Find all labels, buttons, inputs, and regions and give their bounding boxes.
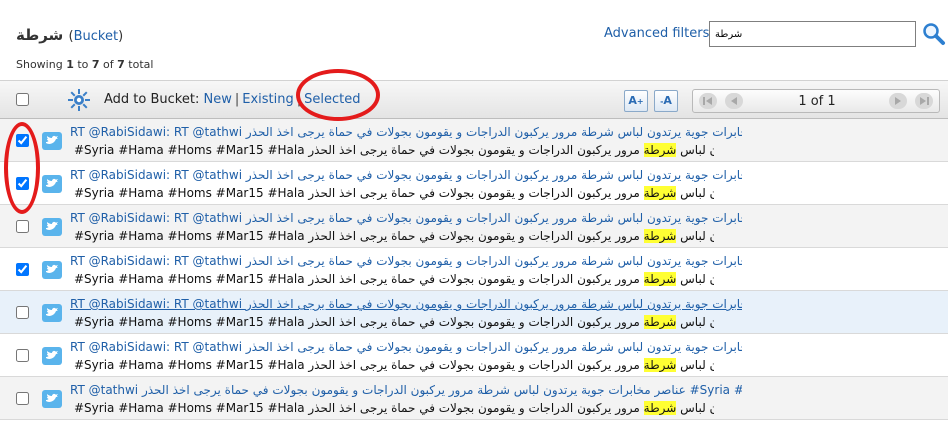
tweet-text-link[interactable]: RT @RabiSidawi: RT @tathwi عناصر مخابرات…	[70, 254, 742, 268]
tweet-snippet: #Syria #Hama #Homs #Mar15 #Hala ات جوية …	[74, 315, 714, 329]
tweet-checkbox[interactable]	[16, 134, 29, 147]
tweet-text-link[interactable]: RT @tathwi عناصر مخابرات جوية يرتدون لبا…	[70, 383, 742, 397]
prev-page-icon	[731, 97, 737, 105]
next-page-icon	[895, 97, 901, 105]
tweet-row[interactable]: RT @RabiSidawi: RT @tathwi عناصر مخابرات…	[0, 248, 948, 291]
tweet-snippet: #Syria #Hama #Homs #Mar15 #Hala ات جوية …	[74, 358, 714, 372]
search-input[interactable]	[709, 21, 916, 47]
keyword-highlight: شرطة	[643, 315, 677, 329]
first-page-button[interactable]	[699, 93, 717, 109]
twitter-icon	[42, 304, 62, 322]
bucket-link[interactable]: Bucket	[74, 29, 118, 44]
tweet-snippet: #Syria #Hama #Homs #Mar15 #Hala ات جوية …	[74, 229, 714, 243]
tweet-text-link[interactable]: RT @RabiSidawi: RT @tathwi عناصر مخابرات…	[70, 297, 742, 311]
tweet-checkbox[interactable]	[16, 392, 29, 405]
keyword-highlight: شرطة	[643, 272, 677, 286]
page-title: شرطة (Bucket)	[16, 26, 123, 44]
advanced-filters-link[interactable]: Advanced filters	[604, 26, 709, 41]
font-decrease-button[interactable]: -A	[654, 90, 678, 112]
tweet-row[interactable]: RT @RabiSidawi: RT @tathwi عناصر مخابرات…	[0, 334, 948, 377]
twitter-icon	[42, 218, 62, 236]
tweet-snippet: #Syria #Hama #Homs #Mar15 #Hala ات جوية …	[74, 272, 714, 286]
keyword-highlight: شرطة	[643, 186, 677, 200]
search-icon[interactable]	[921, 20, 947, 48]
last-page-button[interactable]	[915, 93, 933, 109]
search-term-title: شرطة	[16, 26, 64, 44]
bucket-new-link[interactable]: New	[203, 92, 231, 107]
page-indicator: 1 of 1	[798, 94, 836, 109]
bucket-toolbar: Add to Bucket: New | Existing | Selected A+ …	[0, 80, 948, 119]
keyword-highlight: شرطة	[643, 229, 677, 243]
tweet-checkbox[interactable]	[16, 263, 29, 276]
twitter-icon	[42, 261, 62, 279]
add-to-bucket-label: Add to Bucket:	[104, 92, 200, 107]
keyword-highlight: شرطة	[643, 401, 677, 415]
result-count: Showing 1 to 7 of 7 total	[16, 58, 154, 71]
next-page-button[interactable]	[889, 93, 907, 109]
tweet-row[interactable]: RT @RabiSidawi: RT @tathwi عناصر مخابرات…	[0, 119, 948, 162]
tweet-text-link[interactable]: RT @RabiSidawi: RT @tathwi عناصر مخابرات…	[70, 125, 742, 139]
tweet-checkbox[interactable]	[16, 306, 29, 319]
font-increase-button[interactable]: A+	[624, 90, 648, 112]
keyword-highlight: شرطة	[643, 143, 677, 157]
tweet-text-link[interactable]: RT @RabiSidawi: RT @tathwi عناصر مخابرات…	[70, 211, 742, 225]
tweet-checkbox[interactable]	[16, 349, 29, 362]
pagination: 1 of 1	[692, 89, 940, 113]
results-header: شرطة (Bucket) Showing 1 to 7 of 7 total …	[0, 0, 948, 80]
bucket-existing-link[interactable]: Existing	[242, 92, 294, 107]
keyword-highlight: شرطة	[643, 358, 677, 372]
select-all-checkbox[interactable]	[16, 93, 29, 106]
twitter-icon	[42, 132, 62, 150]
first-page-icon	[703, 97, 712, 105]
tweet-row[interactable]: RT @RabiSidawi: RT @tathwi عناصر مخابرات…	[0, 162, 948, 205]
tweet-row[interactable]: RT @tathwi عناصر مخابرات جوية يرتدون لبا…	[0, 377, 948, 420]
last-page-icon	[920, 97, 929, 105]
bucket-link-wrapper: (Bucket)	[68, 29, 124, 44]
tweet-text-link[interactable]: RT @RabiSidawi: RT @tathwi عناصر مخابرات…	[70, 168, 742, 182]
tweet-snippet: #Syria #Hama #Homs #Mar15 #Hala ات جوية …	[74, 143, 714, 157]
twitter-icon	[42, 390, 62, 408]
add-to-bucket-group: Add to Bucket: New | Existing | Selected	[104, 92, 361, 107]
tweet-snippet: #Syria #Hama #Homs #Mar15 #Hala ات جوية …	[74, 186, 714, 200]
tweet-checkbox[interactable]	[16, 220, 29, 233]
gear-icon[interactable]	[66, 87, 92, 113]
bucket-selected-link[interactable]: Selected	[304, 92, 360, 107]
twitter-icon	[42, 175, 62, 193]
tweet-row[interactable]: RT @RabiSidawi: RT @tathwi عناصر مخابرات…	[0, 291, 948, 334]
tweet-text-link[interactable]: RT @RabiSidawi: RT @tathwi عناصر مخابرات…	[70, 340, 742, 354]
tweet-snippet: #Syria #Hama #Homs #Mar15 #Hala ات جوية …	[74, 401, 714, 415]
tweet-checkbox[interactable]	[16, 177, 29, 190]
prev-page-button[interactable]	[725, 93, 743, 109]
tweet-row[interactable]: RT @RabiSidawi: RT @tathwi عناصر مخابرات…	[0, 205, 948, 248]
twitter-icon	[42, 347, 62, 365]
